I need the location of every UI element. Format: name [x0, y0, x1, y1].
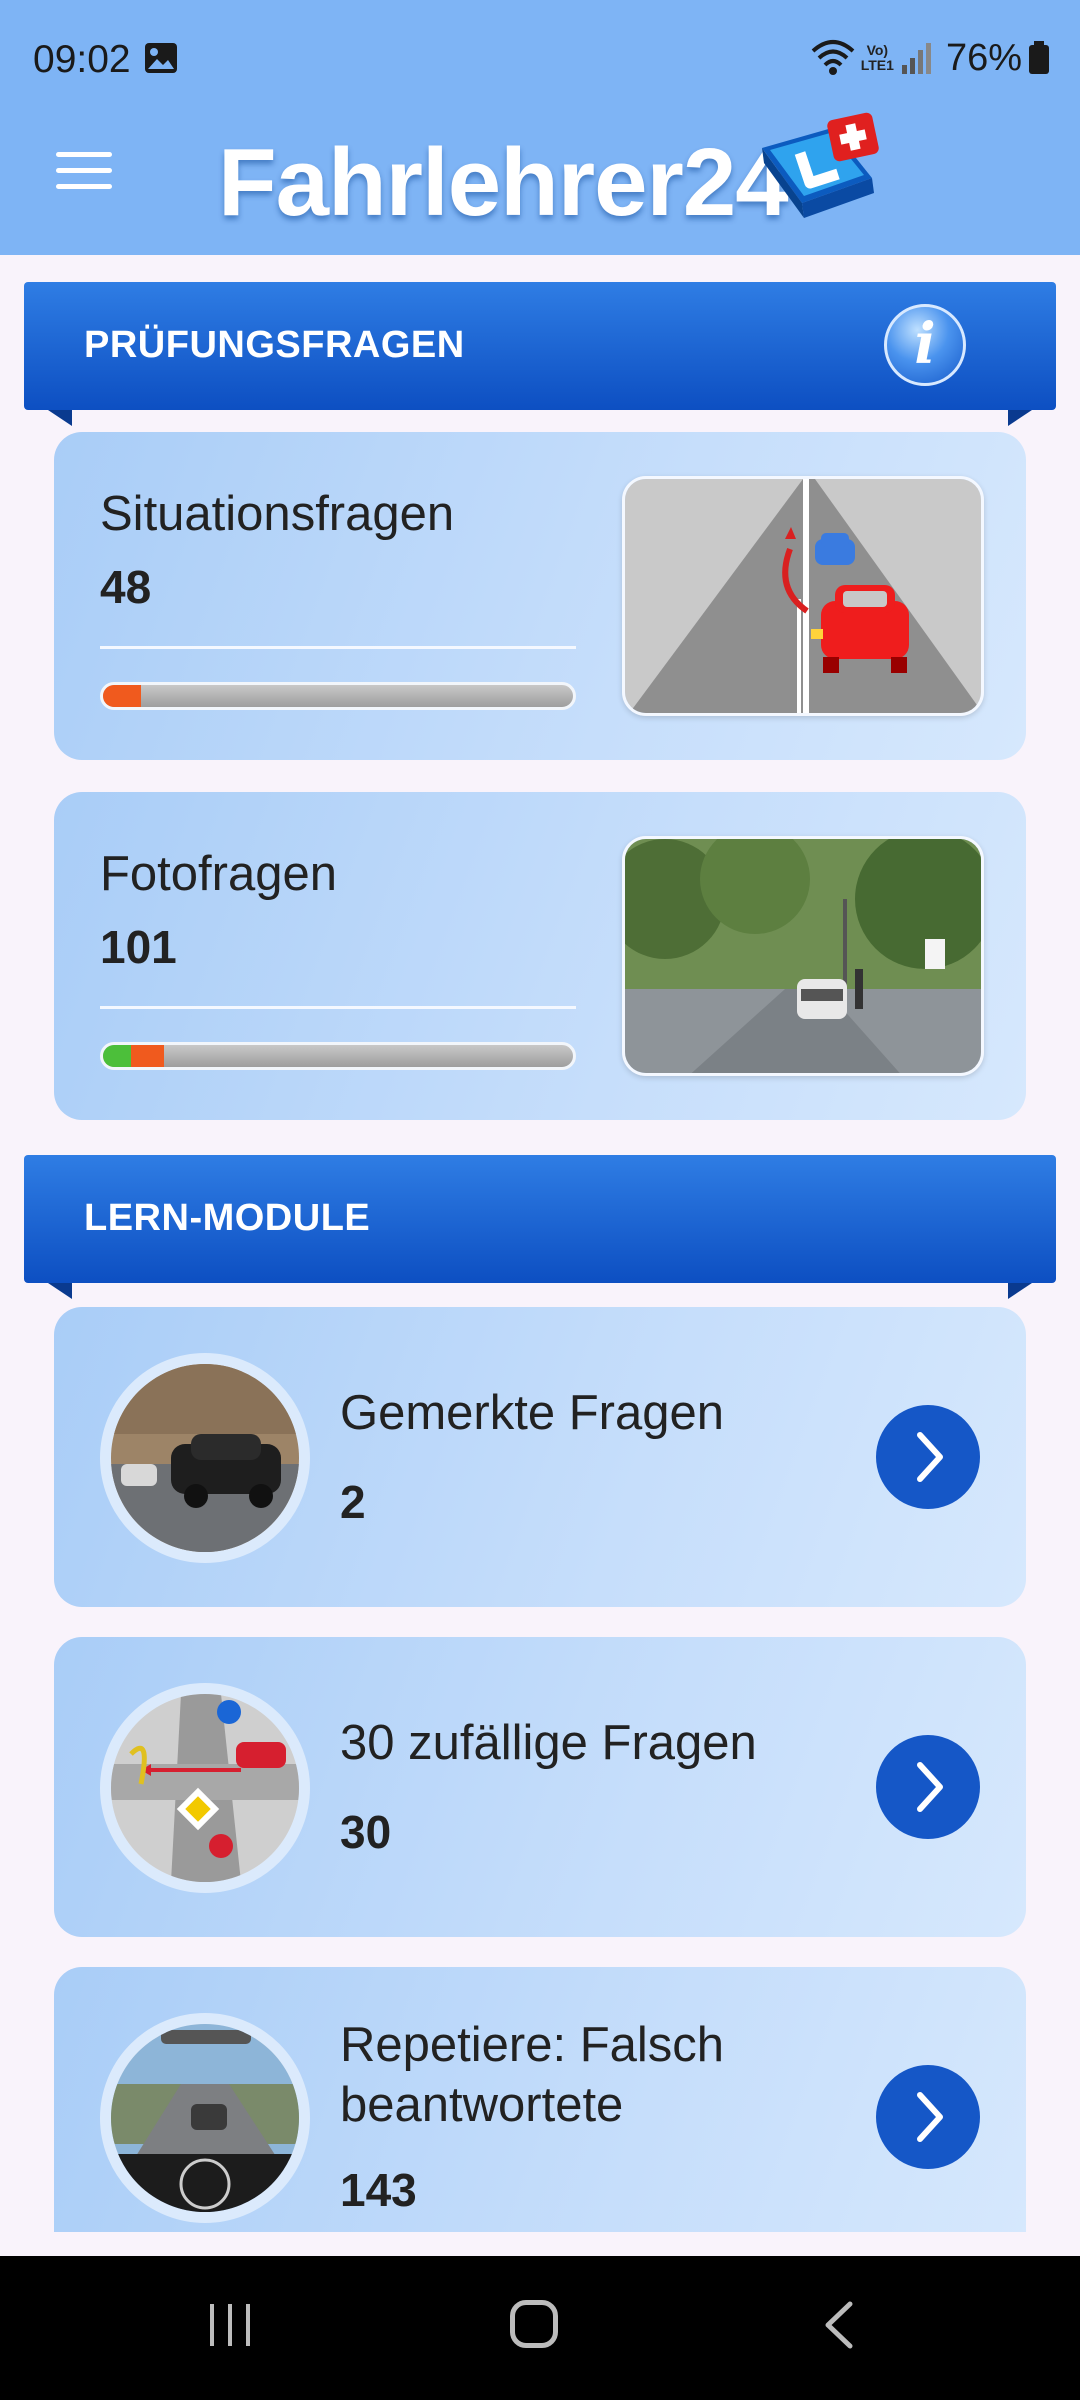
- app-logo: [762, 112, 879, 218]
- progress-bar: [100, 1042, 576, 1070]
- exam-card-count: 48: [100, 561, 152, 613]
- info-icon[interactable]: i: [884, 304, 966, 386]
- exam-card-count: 101: [100, 921, 177, 973]
- battery-icon: [1029, 41, 1049, 74]
- back-icon[interactable]: [820, 2300, 860, 2350]
- module-title: Gemerkte Fragen: [340, 1386, 724, 1440]
- module-count: 2: [340, 1476, 366, 1528]
- hamburger-menu-icon[interactable]: [56, 152, 112, 192]
- system-navigation-bar: [0, 2256, 1080, 2400]
- exam-card-photo[interactable]: Fotofragen 101: [54, 792, 1026, 1120]
- home-icon[interactable]: [510, 2300, 558, 2348]
- module-list-clip: Repetiere: Falsch beantwortete 143: [0, 1950, 1080, 2232]
- exam-card-title: Fotofragen: [100, 847, 337, 901]
- exam-card-title: Situationsfragen: [100, 487, 455, 541]
- signal-icon: [901, 43, 931, 74]
- network-type: Vo) LTE1: [860, 42, 894, 73]
- chevron-right-icon[interactable]: [876, 1735, 980, 1839]
- wifi-icon: [811, 40, 855, 75]
- chevron-right-icon[interactable]: [876, 1405, 980, 1509]
- gallery-notification-icon: [145, 43, 177, 73]
- module-count: 143: [340, 2164, 417, 2216]
- recent-apps-icon[interactable]: [208, 2302, 254, 2348]
- module-title: 30 zufällige Fragen: [340, 1716, 757, 1770]
- status-time: 09:02: [33, 38, 131, 81]
- progress-bar: [100, 682, 576, 710]
- module-count: 30: [340, 1806, 392, 1858]
- module-thumbnail: [100, 2013, 310, 2223]
- module-card-bookmarked[interactable]: Gemerkte Fragen 2: [54, 1307, 1026, 1607]
- module-title: Repetiere: Falsch beantwortete: [340, 2018, 725, 2132]
- exam-card-situation[interactable]: Situationsfragen 48: [54, 432, 1026, 760]
- learn-section-title: LERN-MODULE: [84, 1197, 371, 1239]
- status-bar: 09:02 Vo) LTE1 76%: [0, 0, 1080, 120]
- status-indicators: Vo) LTE1 76%: [811, 36, 1050, 80]
- exam-section-header: PRÜFUNGSFRAGEN i: [24, 282, 1056, 426]
- chevron-right-icon[interactable]: [876, 2065, 980, 2169]
- module-card-random[interactable]: 30 zufällige Fragen 30: [54, 1637, 1026, 1937]
- module-card-repeat-wrong[interactable]: Repetiere: Falsch beantwortete 143: [54, 1967, 1026, 2232]
- learn-section-header: LERN-MODULE: [24, 1155, 1056, 1299]
- divider: [100, 646, 576, 649]
- app-title: Fahrlehrer24: [218, 129, 789, 236]
- module-thumbnail: [100, 1353, 310, 1563]
- exam-section-title: PRÜFUNGSFRAGEN: [84, 324, 465, 366]
- street-photo: [622, 836, 984, 1076]
- battery-percentage: 76%: [945, 36, 1022, 79]
- situation-illustration: [622, 476, 984, 716]
- divider: [100, 1006, 576, 1009]
- module-thumbnail: [100, 1683, 310, 1893]
